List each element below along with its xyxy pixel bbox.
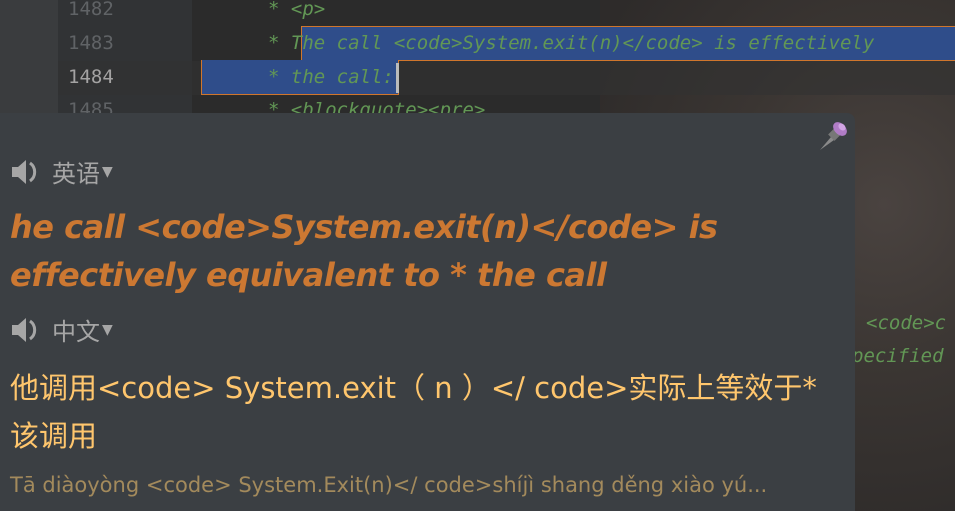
text-caret xyxy=(396,63,399,93)
speaker-icon[interactable] xyxy=(10,158,40,186)
code-line[interactable]: * The call <code>System.exit(n)</code> i… xyxy=(268,32,874,54)
speaker-icon[interactable] xyxy=(10,316,40,344)
code-line[interactable]: * the call: xyxy=(268,66,394,88)
line-number: 1483 xyxy=(68,32,114,54)
line-number: 1482 xyxy=(68,0,114,20)
triangle-down-icon[interactable]: ▼ xyxy=(102,322,113,338)
source-language-label[interactable]: 英语 xyxy=(52,154,100,189)
target-language-selector[interactable]: 中文 ▼ xyxy=(10,312,113,347)
code-fragment: pecified xyxy=(852,345,944,367)
pin-icon[interactable] xyxy=(818,120,850,156)
code-line[interactable]: * <p> xyxy=(268,0,325,20)
current-line-highlight xyxy=(58,61,955,95)
pinyin-text: Tā diàoyòng <code> System.Exit(n)</ code… xyxy=(10,473,768,497)
triangle-down-icon[interactable]: ▼ xyxy=(102,164,113,180)
code-fragment: <code>c xyxy=(866,312,947,334)
target-language-label[interactable]: 中文 xyxy=(52,312,100,347)
source-text: he call <code>System.exit(n)</code> is e… xyxy=(10,208,718,294)
translation-text: 他调用<code> System.exit（ n ）</ code>实际上等效于… xyxy=(10,371,817,453)
source-language-selector[interactable]: 英语 ▼ xyxy=(10,154,113,189)
line-number: 1484 xyxy=(68,66,114,88)
